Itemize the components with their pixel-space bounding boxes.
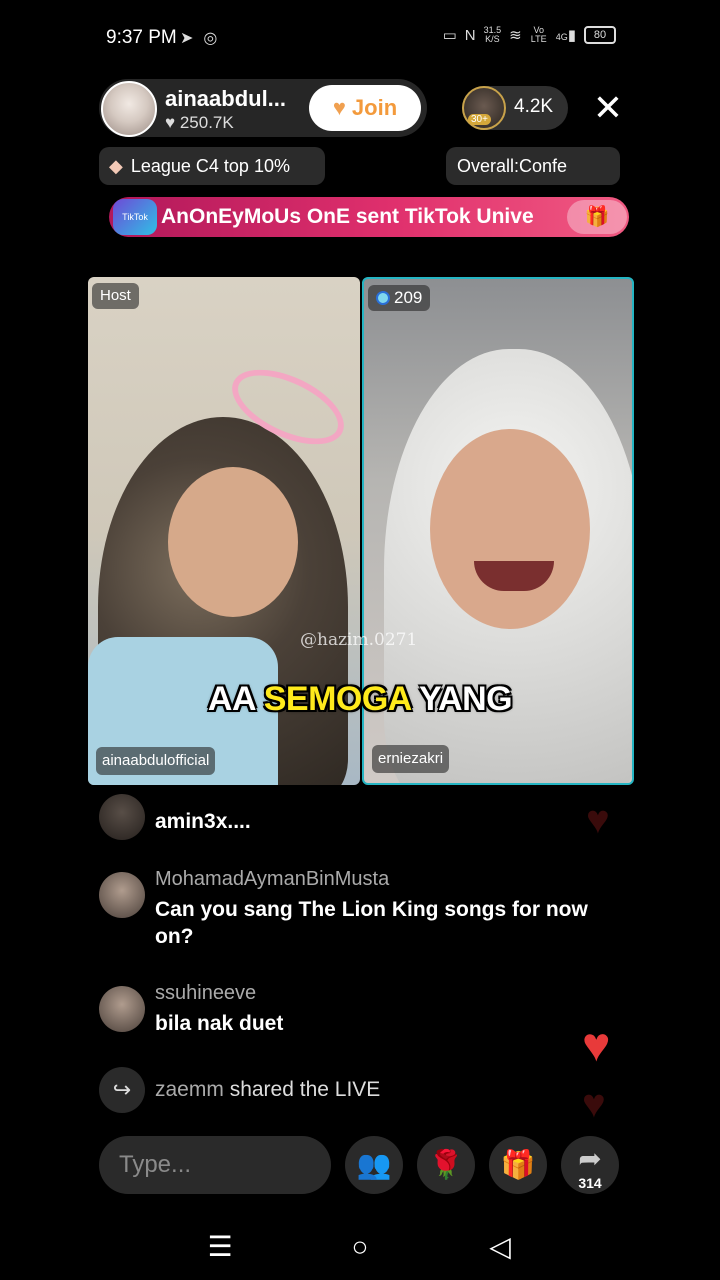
host-tag: Host bbox=[92, 283, 139, 309]
telegram-icon: ➤ bbox=[180, 30, 194, 47]
system-nav-bar: ☰ ○ ◁ bbox=[0, 1215, 720, 1280]
people-icon[interactable]: 👥 bbox=[345, 1136, 403, 1194]
battery-indicator: 80 bbox=[584, 26, 616, 44]
comment-avatar[interactable] bbox=[99, 794, 145, 840]
status-bar: 9:37 PM ➤ ◎ ▭ N 31.5 K/S ≋ Vo LTE 4G▮ 80 bbox=[0, 0, 720, 76]
host-info-pill[interactable]: ainaabdul... ♥ 250.7K ♥ Join bbox=[99, 79, 427, 137]
comment-avatar[interactable] bbox=[99, 872, 145, 918]
guest-score-badge: 209 bbox=[368, 285, 431, 311]
gift-button[interactable]: 🎁 bbox=[489, 1136, 547, 1194]
watermark: @hazim.0271 bbox=[300, 630, 418, 650]
chat-comment[interactable]: ssuhineeve bila nak duet bbox=[99, 982, 619, 1042]
share-event-text: zaemm shared the LIVE bbox=[155, 1078, 381, 1101]
gift-icon[interactable]: 🎁 bbox=[567, 200, 627, 234]
viewer-count[interactable]: 4.2K bbox=[514, 96, 553, 118]
chat-comment[interactable]: MohamadAymanBinMusta Can you sang The Li… bbox=[99, 868, 619, 958]
share-arrow-icon: ➦ bbox=[578, 1143, 602, 1174]
guest-video-name[interactable]: erniezakri bbox=[372, 745, 450, 773]
network-speed: 31.5 K/S bbox=[483, 25, 502, 44]
volte-label: Vo LTE bbox=[530, 25, 547, 44]
status-time: 9:37 PM bbox=[106, 27, 177, 48]
host-avatar[interactable] bbox=[101, 81, 157, 137]
overall-ranking[interactable]: Overall:Confe bbox=[446, 147, 620, 185]
comment-username[interactable]: MohamadAymanBinMusta bbox=[155, 868, 389, 891]
heart-plus-icon: ♥ bbox=[332, 95, 346, 120]
nfc-icon: N bbox=[464, 26, 476, 44]
floating-heart-icon: ♥ bbox=[586, 798, 610, 842]
cast-icon: ◎ bbox=[203, 30, 218, 47]
viewer-rank-badge: 30+ bbox=[468, 114, 491, 125]
signal-icon: 4G▮ bbox=[555, 27, 576, 44]
viewers-pill[interactable]: 30+ 4.2K bbox=[462, 86, 568, 130]
screen-cast-icon: ▭ bbox=[442, 27, 457, 44]
comment-avatar[interactable] bbox=[99, 986, 145, 1032]
share-button[interactable]: ➦ 314 bbox=[561, 1136, 619, 1194]
floating-heart-icon: ♥ bbox=[582, 1019, 611, 1072]
gift-sender-icon: TikTok Universe bbox=[113, 199, 157, 235]
host-likes: ♥ 250.7K bbox=[165, 113, 234, 132]
status-right: ▭ N 31.5 K/S ≋ Vo LTE 4G▮ 80 bbox=[443, 26, 616, 44]
comment-input[interactable]: Type... bbox=[99, 1136, 331, 1194]
back-icon[interactable]: ◁ bbox=[480, 1229, 520, 1265]
chat-comment[interactable]: amin3x.... bbox=[99, 794, 619, 840]
comment-username[interactable]: ssuhineeve bbox=[155, 982, 256, 1005]
gift-banner-text: AnOnEyMoUs OnE sent TikTok Unive bbox=[161, 205, 534, 228]
league-badge[interactable]: ◆ League C4 top 10% bbox=[99, 147, 325, 185]
heart-icon: ♥ bbox=[165, 113, 176, 132]
join-button[interactable]: ♥ Join bbox=[309, 85, 421, 131]
comment-text: Can you sang The Lion King songs for now… bbox=[155, 898, 588, 948]
floating-heart-icon: ♥ bbox=[582, 1082, 606, 1126]
host-name[interactable]: ainaabdul... bbox=[165, 86, 286, 112]
home-icon[interactable]: ○ bbox=[340, 1229, 380, 1265]
gift-announcement-banner[interactable]: TikTok Universe AnOnEyMoUs OnE sent TikT… bbox=[109, 197, 629, 237]
share-icon: ↪ bbox=[99, 1067, 145, 1113]
host-video-name[interactable]: ainaabdulofficial bbox=[96, 747, 216, 775]
gem-icon: ◆ bbox=[109, 155, 123, 176]
comment-text: bila nak duet bbox=[155, 1012, 284, 1035]
wifi-icon: ≋ bbox=[509, 27, 522, 44]
share-count: 314 bbox=[578, 1175, 602, 1191]
score-gem-icon bbox=[376, 291, 390, 305]
comment-text: amin3x.... bbox=[155, 810, 251, 833]
status-notification-icons: ➤ ◎ bbox=[180, 28, 217, 48]
subtitle-caption: AA SEMOGA YANG bbox=[207, 680, 513, 718]
close-icon[interactable]: ✕ bbox=[588, 88, 628, 128]
rose-icon[interactable]: 🌹 bbox=[417, 1136, 475, 1194]
menu-icon[interactable]: ☰ bbox=[200, 1229, 240, 1265]
